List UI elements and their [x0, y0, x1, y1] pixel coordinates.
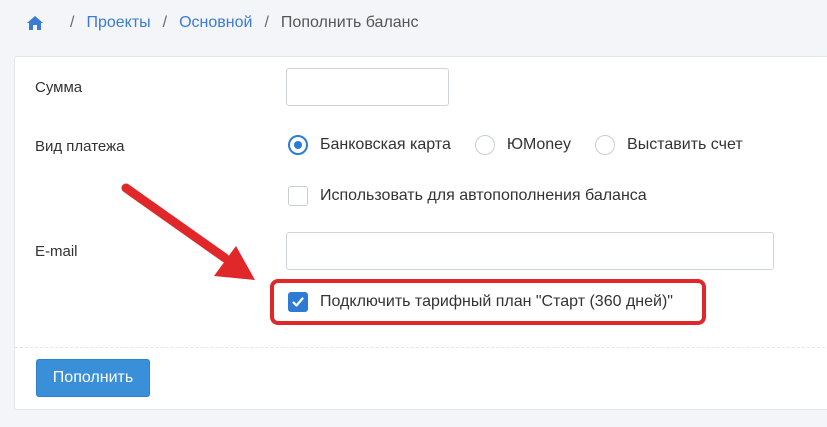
breadcrumb-separator: /: [162, 14, 168, 31]
top-up-form: Сумма Вид платежа Банковская карта ЮMone…: [14, 56, 827, 410]
radio-button-checked[interactable]: [288, 135, 308, 155]
amount-label: Сумма: [35, 79, 83, 96]
breadcrumb-current: Пополнить баланс: [280, 14, 419, 31]
radio-button[interactable]: [595, 135, 616, 155]
breadcrumb-main-link[interactable]: Основной: [179, 14, 252, 32]
annotation-highlight-box: [270, 279, 706, 325]
autopay-option[interactable]: Использовать для автопополнения баланса: [288, 185, 647, 207]
submit-button[interactable]: Пополнить: [36, 359, 150, 397]
radio-button[interactable]: [474, 135, 495, 155]
payment-option-yoomoney[interactable]: ЮMoney: [474, 135, 572, 155]
payment-option-invoice[interactable]: Выставить счет: [595, 135, 743, 155]
breadcrumb-projects-link[interactable]: Проекты: [86, 14, 150, 32]
amount-input[interactable]: [286, 68, 449, 106]
payment-type-group: Банковская карта ЮMoney Выставить счет: [288, 134, 767, 156]
payment-option-label: Банковская карта: [320, 136, 451, 153]
email-label: E-mail: [35, 243, 78, 260]
autopay-checkbox[interactable]: [288, 186, 308, 206]
breadcrumb-separator: /: [70, 14, 75, 31]
autopay-label: Использовать для автопополнения баланса: [320, 187, 647, 204]
payment-type-label: Вид платежа: [35, 138, 125, 155]
breadcrumb-separator: /: [264, 14, 269, 31]
payment-option-label: ЮMoney: [506, 136, 572, 153]
breadcrumb: / Проекты / Основной / Пополнить баланс: [26, 12, 419, 34]
payment-option-label: Выставить счет: [627, 136, 743, 153]
form-divider: [15, 347, 827, 348]
email-input[interactable]: [286, 232, 774, 270]
payment-option-card[interactable]: Банковская карта: [288, 135, 451, 155]
home-icon[interactable]: [26, 15, 44, 31]
